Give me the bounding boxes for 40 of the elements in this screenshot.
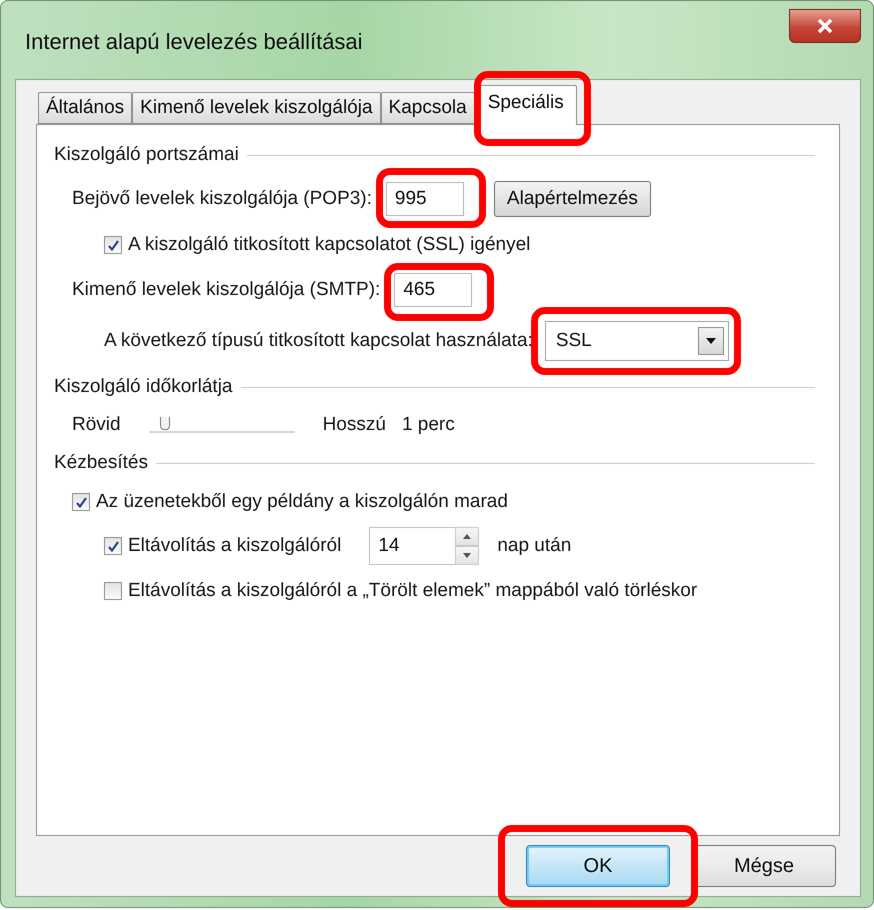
slider-thumb[interactable] (160, 417, 170, 430)
group-title: Kiszolgáló időkorlátja (54, 376, 232, 398)
slider-max-label: Hosszú (322, 414, 386, 436)
port-field[interactable]: 465 (394, 273, 472, 307)
checkbox[interactable] (72, 493, 90, 511)
tab[interactable]: Kimenő levelek kiszolgálója (132, 92, 381, 124)
port-field[interactable]: 995 (386, 182, 464, 216)
tab[interactable]: Kapcsola (380, 92, 475, 124)
encryption-dropdown[interactable]: SSL (544, 321, 729, 361)
group-title: Kézbesítés (54, 452, 148, 474)
unit-label: nap után (497, 535, 572, 557)
spin-up-button[interactable] (455, 527, 480, 546)
checkbox-label: Az üzenetekből egy példány a kiszolgálón marad (96, 491, 508, 513)
down-arrow-icon (463, 553, 472, 558)
checkmark-icon (106, 540, 120, 552)
close-button[interactable] (789, 9, 861, 43)
field-label: Bejövő levelek kiszolgálója (POP3): (72, 188, 372, 210)
checkbox-label: Eltávolítás a kiszolgálóról (128, 535, 342, 557)
slider-reading: 1 perc (402, 414, 455, 436)
group-title: Kiszolgáló portszámai (54, 144, 239, 166)
checkmark-icon (74, 496, 88, 508)
checkbox[interactable] (104, 537, 122, 555)
checkmark-icon (106, 238, 120, 252)
up-arrow-icon (463, 534, 472, 539)
default-button[interactable]: Alapértelmezés (494, 181, 651, 217)
field-label: Kimenő levelek kiszolgálója (SMTP): (72, 279, 380, 301)
checkbox[interactable] (104, 236, 122, 254)
slider-min-label: Rövid (72, 414, 121, 436)
field-label: A következő típusú titkosított kapcsolat használata: (104, 330, 533, 352)
checkbox-label: Eltávolítás a kiszolgálóról a „Törölt elemek” mappából való törléskor (128, 580, 698, 602)
tab[interactable]: Általános (38, 92, 132, 124)
timeout-slider[interactable] (148, 417, 295, 433)
dropdown-arrow-icon (706, 338, 716, 344)
dialog-button[interactable]: OK (526, 845, 670, 887)
close-icon (816, 18, 834, 34)
spin-down-button[interactable] (455, 546, 480, 565)
window-title: Internet alapú levelezés beállításai (25, 29, 363, 55)
checkbox-label: A kiszolgáló titkosított kapcsolatot (SSL) igényel (128, 234, 530, 256)
checkbox[interactable] (104, 582, 122, 600)
days-field[interactable]: 14 (369, 527, 456, 565)
